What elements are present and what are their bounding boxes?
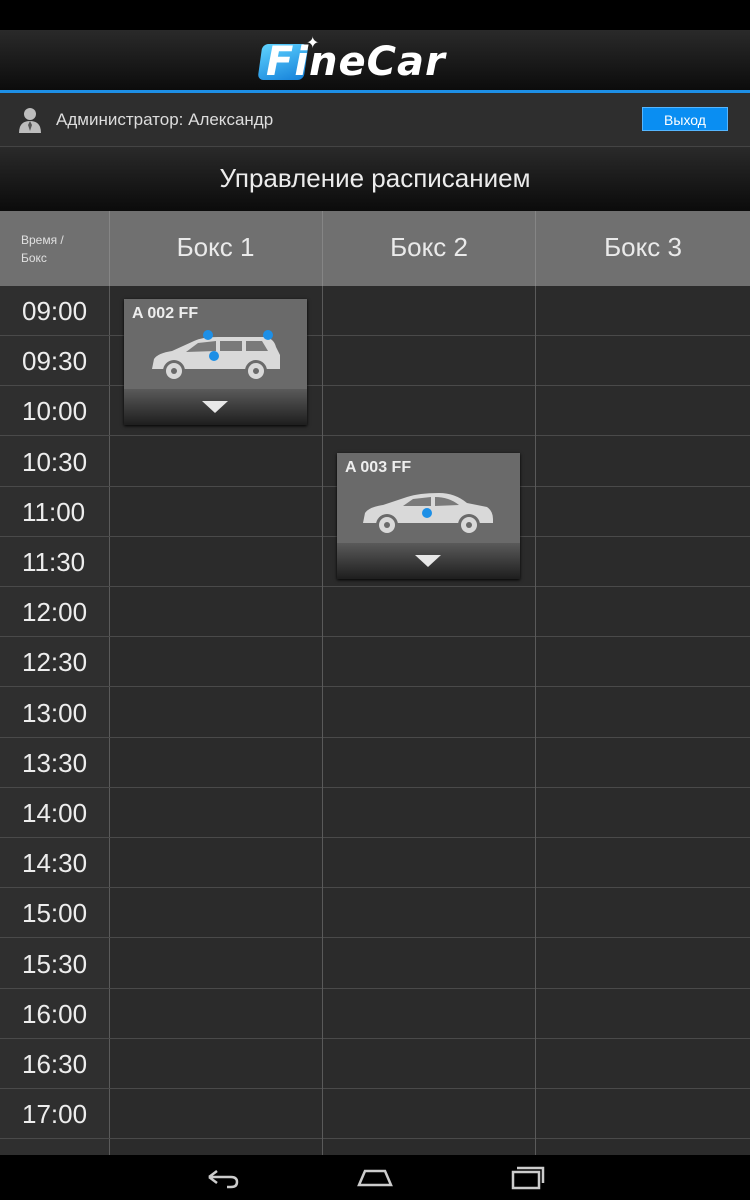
time-label: 09:30: [22, 346, 88, 376]
schedule-row[interactable]: 15:30: [0, 939, 750, 989]
logout-button[interactable]: Выход: [642, 107, 728, 131]
booking-card[interactable]: A 002 FF: [124, 299, 307, 425]
expand-button[interactable]: [337, 543, 520, 579]
logo-text: FineCar: [266, 39, 446, 85]
corner-label-line1: Время /: [21, 233, 64, 247]
time-label: 12:30: [22, 647, 88, 677]
grid-divider: [535, 286, 536, 1156]
schedule-row[interactable]: 09:30: [0, 336, 750, 386]
time-label: 11:00: [22, 497, 86, 527]
grid-divider: [322, 286, 323, 1156]
damage-marker[interactable]: [209, 351, 219, 361]
schedule-grid: 09:00 09:30 10:00 10:30 11:00 11:30 12:00 12:30…: [0, 286, 750, 1156]
booking-plate: A 002 FF: [132, 305, 199, 322]
time-label: 14:00: [22, 798, 88, 828]
schedule-row[interactable]: 12:30: [0, 637, 750, 687]
user-bar: Администратор: Александр Выход: [0, 93, 750, 147]
finecar-logo: ✦ FineCar: [257, 35, 492, 85]
time-label: 10:00: [22, 396, 88, 426]
corner-label: Время / Бокс: [0, 211, 110, 286]
box-header-1[interactable]: Бокс 1: [109, 211, 323, 286]
time-label: 10:30: [22, 447, 88, 477]
schedule-row[interactable]: 12:00: [0, 587, 750, 637]
grid-header: Время / Бокс Бокс 1 Бокс 2 Бокс 3: [0, 211, 750, 286]
back-icon[interactable]: [203, 1163, 243, 1191]
corner-label-line2: Бокс: [21, 251, 47, 265]
schedule-row[interactable]: 16:30: [0, 1039, 750, 1089]
damage-marker[interactable]: [263, 330, 273, 340]
schedule-row[interactable]: 16:00: [0, 989, 750, 1039]
home-icon[interactable]: [355, 1163, 395, 1191]
time-label: 14:30: [22, 848, 88, 878]
app-header: ✦ FineCar: [0, 30, 750, 93]
time-label: 13:00: [22, 698, 88, 728]
time-label: 15:00: [22, 898, 88, 928]
time-label: 16:30: [22, 1049, 88, 1079]
time-label: 15:30: [22, 949, 88, 979]
box-header-3[interactable]: Бокс 3: [536, 211, 750, 286]
time-label: 12:00: [22, 597, 88, 627]
expand-button[interactable]: [124, 389, 307, 425]
damage-marker[interactable]: [203, 330, 213, 340]
page-title: Управление расписанием: [0, 147, 750, 211]
schedule-row[interactable]: 17:00: [0, 1089, 750, 1139]
time-label: 13:30: [22, 748, 88, 778]
user-name: Администратор: Александр: [56, 110, 274, 129]
schedule-row[interactable]: 09:00: [0, 286, 750, 336]
schedule-row[interactable]: 13:00: [0, 688, 750, 738]
time-label: 17:00: [22, 1099, 88, 1129]
time-label: 16:00: [22, 999, 88, 1029]
box-header-2[interactable]: Бокс 2: [323, 211, 536, 286]
time-label: 09:00: [22, 296, 88, 326]
status-bar: [0, 0, 750, 30]
time-label: 11:30: [22, 547, 86, 577]
system-nav-bar: [0, 1155, 750, 1200]
schedule-row[interactable]: 13:30: [0, 738, 750, 788]
user-icon: [19, 108, 41, 133]
damage-marker[interactable]: [422, 508, 432, 518]
booking-plate: A 003 FF: [345, 459, 412, 476]
schedule-row[interactable]: 14:30: [0, 838, 750, 888]
booking-card[interactable]: A 003 FF: [337, 453, 520, 579]
recents-icon[interactable]: [507, 1163, 547, 1191]
schedule-row[interactable]: 14:00: [0, 788, 750, 838]
schedule-row[interactable]: 15:00: [0, 888, 750, 938]
schedule-row[interactable]: 10:00: [0, 386, 750, 436]
